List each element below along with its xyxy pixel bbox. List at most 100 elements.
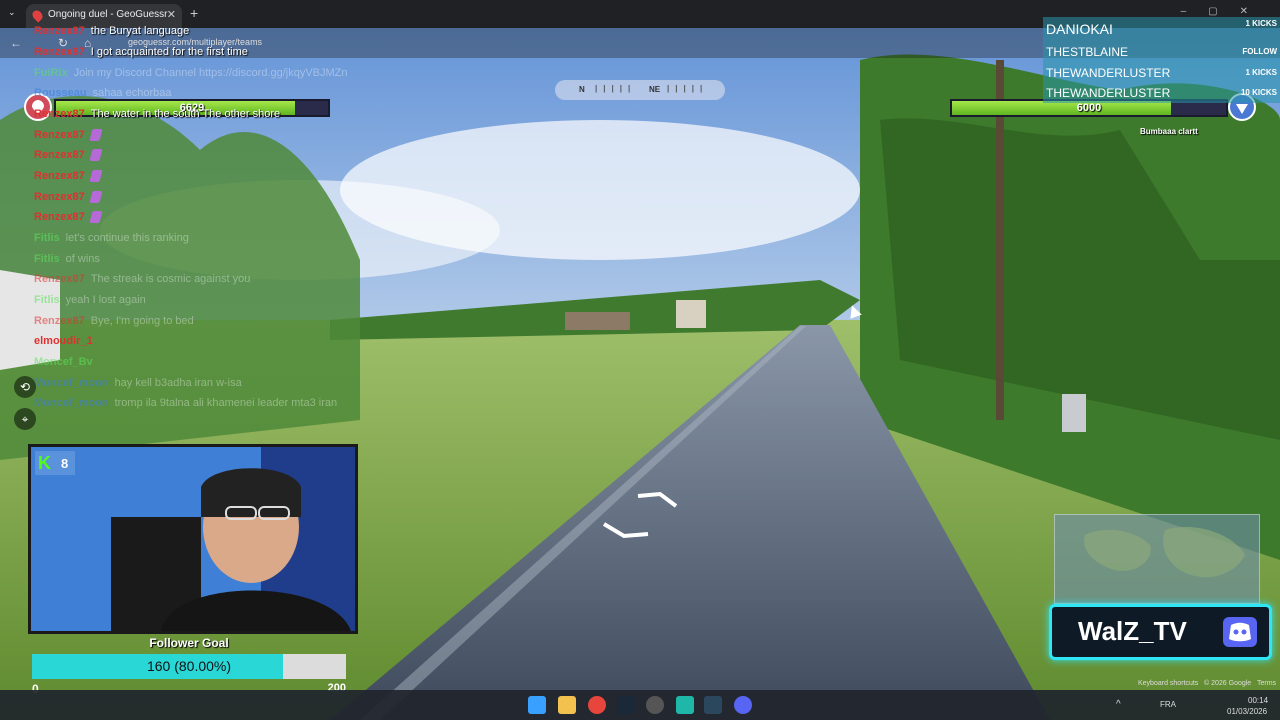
streamer-camera: [31, 447, 355, 631]
compass-n: N: [579, 85, 585, 94]
return-to-start-icon[interactable]: ⌖: [14, 408, 36, 430]
chat-username[interactable]: Moncef_moon: [34, 397, 109, 409]
kick-badge: K 8: [35, 451, 75, 475]
chat-text: yeah I lost again: [65, 294, 146, 306]
compass: N ||||| NE |||||: [555, 80, 725, 100]
world-map: [1084, 526, 1245, 578]
chat-message: Renzex87: [34, 148, 103, 162]
steam-icon[interactable]: [617, 696, 635, 714]
chat-username[interactable]: Moncef_moon: [34, 377, 109, 389]
screen: ⌄ Ongoing duel - GeoGuessr ✕ + –▢✕ ← ↻ ⌂…: [0, 0, 1280, 720]
chat-username[interactable]: Renzex87: [34, 46, 85, 58]
follower-goal-label: 160 (80.00%): [146, 658, 232, 674]
chat-text: tromp ila 9talna ali khamenei leader mta…: [114, 397, 338, 409]
chat-message: Fitlis of wins: [34, 252, 100, 266]
chat-username[interactable]: Renzex87: [34, 273, 85, 285]
chat-message: Renzex87 I got acquainted for the first t…: [34, 45, 248, 59]
chat-username[interactable]: Renzex87: [34, 315, 85, 327]
kick-badge-count: 8: [61, 456, 69, 471]
compass-ticks: |||||: [595, 84, 637, 93]
chat-username[interactable]: Rousseau: [34, 87, 87, 99]
chat-message: Renzex87: [34, 210, 103, 224]
chat-text: the Buryat language: [90, 25, 190, 37]
steam-alt-icon[interactable]: [704, 696, 722, 714]
map-copyright: © 2026 Google: [1204, 680, 1252, 687]
chat-message: Renzex87 the Buryat language: [34, 24, 189, 38]
right-player-name: Bumbaaa clartt: [1140, 127, 1198, 136]
chat-message: Renzex87 The streak is cosmic against you: [34, 272, 250, 286]
clock-time[interactable]: 00:14: [1248, 696, 1268, 705]
keyboard-shortcuts-link[interactable]: Keyboard shortcuts: [1138, 680, 1198, 687]
chat-username[interactable]: Fitlis: [34, 232, 60, 244]
chat-emote-icon: [89, 211, 103, 224]
chat-username[interactable]: Renzex87: [34, 211, 85, 223]
team-member-name: THEWANDERLUSTER: [1046, 86, 1171, 100]
chat-message: Renzex87: [34, 190, 103, 204]
chat-username[interactable]: FuiRix: [34, 67, 68, 79]
team-member-kicks: 1 KICKS: [1245, 68, 1277, 77]
chat-username[interactable]: Renzex87: [34, 108, 85, 120]
chat-text: The streak is cosmic against you: [90, 273, 251, 285]
team-title: DANIOKAI: [1046, 21, 1113, 37]
window-controls[interactable]: –▢✕: [1181, 6, 1270, 17]
new-tab-icon[interactable]: +: [190, 5, 198, 21]
kick-icon: K: [38, 453, 51, 473]
chrome-icon[interactable]: [588, 696, 606, 714]
chat-message: Renzex87 Bye, I'm going to bed: [34, 314, 194, 328]
chat-username[interactable]: elmoudir_1: [34, 335, 93, 347]
tab-title: Ongoing duel - GeoGuessr: [48, 9, 168, 20]
chat-text: hay kell b3adha iran w-isa: [114, 377, 242, 389]
follower-goal-bar: 160 (80.00%): [32, 654, 346, 679]
chat-username[interactable]: Renzex87: [34, 25, 85, 37]
chat-text: let's continue this ranking: [65, 232, 189, 244]
geoguessr-favicon-icon: [30, 8, 45, 23]
right-health-value: 6000: [1076, 102, 1102, 114]
settings-icon[interactable]: [646, 696, 664, 714]
chat-username[interactable]: Renzex87: [34, 149, 85, 161]
channel-brand: WalZ_TV: [1049, 604, 1272, 660]
chat-username[interactable]: Moncef_Bv: [34, 356, 93, 368]
chat-text: Join my Discord Channel https://discord.…: [73, 67, 348, 79]
back-icon[interactable]: ←: [10, 36, 22, 50]
chat-message: Renzex87: [34, 128, 103, 142]
team-title-kicks: 1 KICKS: [1245, 19, 1277, 28]
chat-username[interactable]: Renzex87: [34, 191, 85, 203]
app-icon[interactable]: [676, 696, 694, 714]
clock-date[interactable]: 01/03/2026: [1227, 707, 1267, 716]
discord-icon: [1223, 617, 1257, 647]
chat-username[interactable]: Fitlis: [34, 253, 60, 265]
rotate-icon[interactable]: ⟲: [14, 376, 36, 398]
compass-ne: NE: [649, 85, 661, 94]
chat-message: Moncef_moon hay kell b3adha iran w-isa: [34, 376, 242, 390]
chat-username[interactable]: Fitlis: [34, 294, 60, 306]
team-member-kicks: 10 KICKS: [1240, 88, 1277, 97]
team-member-kicks: FOLLOW: [1242, 47, 1277, 56]
windows-start-icon[interactable]: [528, 696, 546, 714]
chat-message: Rousseau sahaa echorbaa: [34, 86, 171, 100]
team-overlay: DANIOKAI 1 KICKS THESTBLAINE FOLLOW THEWAN…: [1043, 17, 1280, 103]
language-indicator[interactable]: FRA: [1160, 700, 1176, 709]
tab-list-icon[interactable]: ⌄: [8, 7, 16, 18]
close-tab-icon[interactable]: ✕: [167, 8, 176, 21]
chat-message: Renzex87: [34, 169, 103, 183]
chat-emote-icon: [89, 191, 103, 204]
team-member-name: THEWANDERLUSTER: [1046, 66, 1171, 80]
chat-message: Fitlis let's continue this ranking: [34, 231, 189, 245]
follower-goal: Follower Goal 160 (80.00%) 0 200: [30, 634, 348, 696]
tray-arrow-icon[interactable]: ^: [1116, 699, 1121, 710]
chat-message: Renzex87 The water in the south The other…: [34, 107, 280, 121]
chat-text: sahaa echorbaa: [92, 87, 172, 99]
team-member-name: THESTBLAINE: [1046, 45, 1129, 59]
discord-taskbar-icon[interactable]: [734, 696, 752, 714]
chat-text: of wins: [65, 253, 100, 265]
chat-text: Bye, I'm going to bed: [90, 315, 194, 327]
chat-emote-icon: [89, 129, 103, 142]
chat-username[interactable]: Renzex87: [34, 170, 85, 182]
chat-message: Moncef_Bv: [34, 355, 99, 369]
chat-message: Fitlis yeah I lost again: [34, 293, 146, 307]
file-explorer-icon[interactable]: [558, 696, 576, 714]
terms-link[interactable]: Terms: [1257, 680, 1276, 687]
guess-minimap[interactable]: [1054, 514, 1260, 604]
chat-text: I got acquainted for the first time: [90, 46, 248, 58]
chat-username[interactable]: Renzex87: [34, 129, 85, 141]
